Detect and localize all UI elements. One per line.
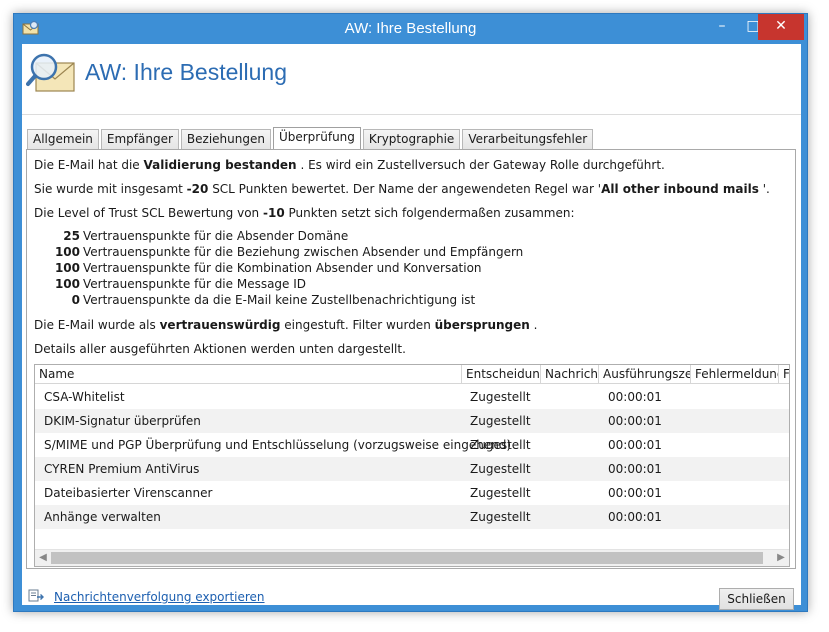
trust-points: 100 [54,261,80,275]
cell-decision: Zugestellt [470,438,531,452]
window-client-area: AW: Ihre Bestellung Allgemein Empfänger … [22,44,801,610]
export-document-icon[interactable] [28,589,44,603]
cell-name: Dateibasierter Virenscanner [44,486,213,500]
window-title: AW: Ihre Bestellung [344,20,477,37]
tab-verarbeitungsfehler[interactable]: Verarbeitungsfehler [462,129,594,149]
cell-time: 00:00:01 [608,510,662,524]
scl-total-value: -20 [186,182,209,196]
trust-item: 25 Vertrauenspunkte für die Absender Domä… [52,229,523,245]
trust-description: Vertrauenspunkte für die Kombination Abs… [83,261,482,275]
text-fragment: . Es wird ein Zustellversuch der Gateway… [300,158,665,172]
text-fragment: Die E-Mail hat die [34,158,140,172]
column-header-name[interactable]: Name [35,365,462,384]
grid-header: Name Entscheidung Nachricht Ausführungsz… [35,365,789,384]
trust-points: 100 [54,277,80,291]
cell-time: 00:00:01 [608,438,662,452]
classification-value: vertrauenswürdig [159,318,281,332]
tab-ueberpruefung[interactable]: Überprüfung [272,127,361,150]
table-row[interactable]: DKIM-Signatur überprüfen Zugestellt 00:0… [35,409,789,433]
text-fragment: . [533,318,538,332]
column-header-entscheidung[interactable]: Entscheidung [462,365,541,384]
minimize-button[interactable]: – [707,14,737,40]
cell-name: CYREN Premium AntiVirus [44,462,200,476]
text-fragment: eingestuft. Filter wurden [284,318,431,332]
cell-name: Anhänge verwalten [44,510,161,524]
trust-points-list: 25 Vertrauenspunkte für die Absender Domä… [52,229,523,309]
validation-status: Validierung bestanden [143,158,297,172]
trust-level-value: -10 [263,206,285,220]
trust-points: 25 [63,229,80,243]
details-hint-text: Details aller ausgeführten Aktionen werd… [34,342,406,356]
message-tracking-window: AW: Ihre Bestellung – □ ✕ AW: Ihre Beste… [13,13,808,612]
table-row[interactable]: CYREN Premium AntiVirus Zugestellt 00:00… [35,457,789,481]
column-header-fehlermeldung[interactable]: Fehlermeldung [691,365,779,384]
table-row[interactable]: Dateibasierter Virenscanner Zugestellt 0… [35,481,789,505]
tab-beziehungen[interactable]: Beziehungen [180,129,271,149]
filter-status: übersprungen [434,318,530,332]
scroll-left-icon[interactable]: ◀ [37,550,49,566]
page-title: AW: Ihre Bestellung [85,59,287,85]
trust-item: 100 Vertrauenspunkte für die Kombination … [52,261,523,277]
tab-strip: Allgemein Empfänger Beziehungen Überprüf… [27,127,595,150]
scroll-right-icon[interactable]: ▶ [775,550,787,566]
trust-points: 0 [71,293,80,307]
cell-time: 00:00:01 [608,486,662,500]
column-header-truncated[interactable]: F [779,365,789,384]
title-bar[interactable]: AW: Ihre Bestellung – □ ✕ [14,14,807,44]
cell-decision: Zugestellt [470,510,531,524]
cell-name: CSA-Whitelist [44,390,125,404]
actions-grid[interactable]: Name Entscheidung Nachricht Ausführungsz… [34,364,790,567]
text-fragment: '. [762,182,770,196]
trust-classification-text: Die E-Mail wurde als vertrauenswürdig ei… [34,318,537,332]
text-fragment: Punkten setzt sich folgendermaßen zusamm… [288,206,575,220]
column-header-ausfuehrungszeit[interactable]: Ausführungszeit [599,365,691,384]
envelope-magnifier-icon [26,53,75,92]
text-fragment: SCL Punkten bewertet. Der Name der angew… [212,182,602,196]
table-row[interactable]: S/MIME und PGP Überprüfung und Entschlüs… [35,433,789,457]
trust-description: Vertrauenspunkte da die E-Mail keine Zus… [83,293,476,307]
cell-decision: Zugestellt [470,462,531,476]
close-button[interactable]: Schließen [719,588,794,610]
cell-decision: Zugestellt [470,414,531,428]
trust-item: 100 Vertrauenspunkte für die Message ID [52,277,523,293]
cell-name: S/MIME und PGP Überprüfung und Entschlüs… [44,438,512,452]
table-row[interactable]: CSA-Whitelist Zugestellt 00:00:01 [35,385,789,409]
cell-name: DKIM-Signatur überprüfen [44,414,201,428]
validation-result-text: Die E-Mail hat die Validierung bestanden… [34,158,665,172]
tab-allgemein[interactable]: Allgemein [27,129,99,149]
trust-points: 100 [54,245,80,259]
trust-description: Vertrauenspunkte für die Message ID [83,277,307,291]
trust-description: Vertrauenspunkte für die Absender Domäne [83,229,349,243]
tab-empfaenger[interactable]: Empfänger [100,129,179,149]
tab-kryptographie[interactable]: Kryptographie [362,129,461,149]
scrollbar-thumb[interactable] [51,552,763,564]
trust-item: 0 Vertrauenspunkte da die E-Mail keine Zu… [52,293,523,309]
header-divider [22,114,801,115]
cell-time: 00:00:01 [608,414,662,428]
rule-name: All other inbound mails [601,182,759,196]
export-tracking-link[interactable]: Nachrichtenverfolgung exportieren [54,590,265,604]
close-window-button[interactable]: ✕ [758,14,804,40]
cell-decision: Zugestellt [470,486,531,500]
horizontal-scrollbar[interactable]: ◀ ▶ [35,549,789,566]
cell-time: 00:00:01 [608,390,662,404]
column-header-nachricht[interactable]: Nachricht [541,365,599,384]
text-fragment: Die Level of Trust SCL Bewertung von [34,206,260,220]
text-fragment: Sie wurde mit insgesamt [34,182,183,196]
trust-level-text: Die Level of Trust SCL Bewertung von -10… [34,206,575,220]
cell-time: 00:00:01 [608,462,662,476]
cell-decision: Zugestellt [470,390,531,404]
validation-panel: Die E-Mail hat die Validierung bestanden… [26,149,796,569]
text-fragment: Die E-Mail wurde als [34,318,156,332]
trust-description: Vertrauenspunkte für die Beziehung zwisc… [83,245,524,259]
grid-body: CSA-Whitelist Zugestellt 00:00:01 DKIM-S… [35,385,789,529]
scl-score-text: Sie wurde mit insgesamt -20 SCL Punkten … [34,182,770,196]
trust-item: 100 Vertrauenspunkte für die Beziehung zw… [52,245,523,261]
table-row[interactable]: Anhänge verwalten Zugestellt 00:00:01 [35,505,789,529]
